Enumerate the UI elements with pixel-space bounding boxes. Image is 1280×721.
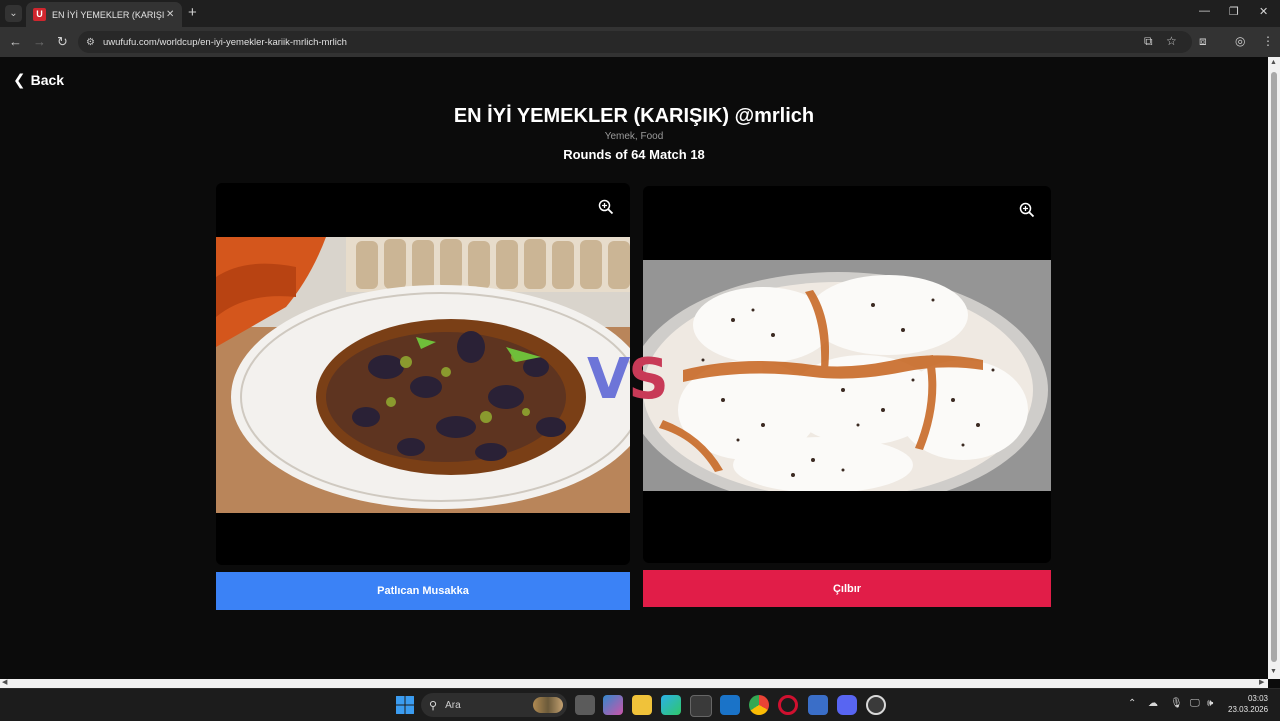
translate-icon[interactable]: ⧉ [1144,34,1153,49]
left-choice-card[interactable] [216,183,630,565]
back-button[interactable]: ❮ Back [13,71,64,89]
github-icon[interactable] [866,695,886,715]
opera-icon[interactable] [778,695,798,715]
app-icon[interactable] [808,695,828,715]
extensions-icon[interactable]: ⧈ [1199,34,1207,49]
minimize-icon[interactable]: — [1199,5,1210,17]
vs-s: S [628,347,668,412]
profile-icon[interactable]: ◎ [1235,34,1245,48]
food-image-right[interactable] [643,260,1051,491]
network-icon[interactable]: 🖵 [1190,698,1200,709]
discord-icon[interactable] [837,695,857,715]
close-tab-icon[interactable]: ✕ [166,9,174,20]
back-label: Back [30,72,65,88]
site-info-icon[interactable]: ⚙ [86,37,95,48]
page-title: EN İYİ YEMEKLER (KARIŞIK) @mrlich [453,105,815,127]
store-icon[interactable] [690,695,712,717]
edge-icon[interactable] [661,695,681,715]
chrome-icon[interactable] [749,695,769,715]
restore-icon[interactable]: ❐ [1229,5,1239,18]
browser-tab[interactable]: U EN İYİ YEMEKLER (KARIŞIK) @mrlich ✕ [26,2,182,27]
clock-time: 03:03 [1247,694,1268,703]
taskbar: ⚲ Ara ⌃ ☁ 🎙 🖵 🕪 03:03 23.03.2026 [0,688,1280,721]
new-tab-icon[interactable]: + [188,4,197,21]
url-text[interactable]: uwufufu.com/worldcup/en-iyi-yemekler-kar… [103,37,347,48]
scroll-left-icon[interactable]: ◀ [2,678,7,686]
scroll-thumb[interactable] [1271,72,1277,662]
address-bar[interactable]: ⚙ uwufufu.com/worldcup/en-iyi-yemekler-k… [78,31,1192,53]
right-choice-card[interactable] [643,186,1051,563]
outlook-icon[interactable] [720,695,740,715]
vs-overlay: VS [587,347,669,412]
forward-arrow-icon[interactable]: → [33,34,46,49]
tray-chevron-up-icon[interactable]: ⌃ [1128,698,1136,709]
search-icon: ⚲ [429,699,438,712]
vertical-scrollbar[interactable]: ▲ ▼ [1268,57,1280,679]
scroll-up-icon[interactable]: ▲ [1270,59,1277,66]
taskbar-search-label: Ara [445,699,461,711]
copilot-icon[interactable] [603,695,623,715]
tab-title: EN İYİ YEMEKLER (KARIŞIK) @mrlich [52,9,164,20]
bookmark-star-icon[interactable]: ☆ [1166,34,1177,48]
volume-icon[interactable]: 🕪 [1207,698,1213,709]
round-info: Rounds of 64 Match 18 [563,147,705,162]
microphone-icon[interactable]: 🎙 [1170,698,1183,709]
tab-strip: ⌄ U EN İYİ YEMEKLER (KARIŞIK) @mrlich ✕ … [0,0,1280,27]
search-highlight-image [533,697,563,713]
zoom-in-icon[interactable] [598,199,614,215]
category-label: Yemek, Food [604,131,664,142]
taskbar-search[interactable]: ⚲ Ara [421,693,567,717]
windows-start-icon[interactable] [395,695,415,715]
scroll-down-icon[interactable]: ▼ [1270,668,1277,675]
menu-icon[interactable]: ⋮ [1262,34,1274,48]
system-clock[interactable]: 03:03 23.03.2026 [1228,693,1268,715]
food-image-left[interactable] [216,237,630,513]
tab-search-icon[interactable]: ⌄ [5,5,22,22]
scroll-right-icon[interactable]: ▶ [1259,678,1264,686]
favicon-icon: U [33,8,46,21]
page-content: ❮ Back EN İYİ YEMEKLER (KARIŞIK) @mrlich… [0,57,1268,679]
onedrive-icon[interactable]: ☁ [1148,698,1158,709]
task-view-icon[interactable] [575,695,595,715]
browser-toolbar: ← → ↻ ⚙ uwufufu.com/worldcup/en-iyi-yeme… [0,27,1280,57]
clock-date: 23.03.2026 [1228,705,1269,714]
left-choice-button[interactable]: Patlıcan Musakka [216,572,630,610]
right-choice-button[interactable]: Çılbır [643,570,1051,607]
reload-icon[interactable]: ↻ [57,34,68,50]
zoom-in-icon[interactable] [1019,202,1035,218]
window-close-icon[interactable]: ✕ [1259,5,1268,18]
vs-v: V [587,347,630,412]
horizontal-scrollbar[interactable]: ◀ ▶ [0,679,1268,688]
chevron-left-icon: ❮ [13,72,26,89]
back-arrow-icon[interactable]: ← [9,34,22,49]
file-explorer-icon[interactable] [632,695,652,715]
